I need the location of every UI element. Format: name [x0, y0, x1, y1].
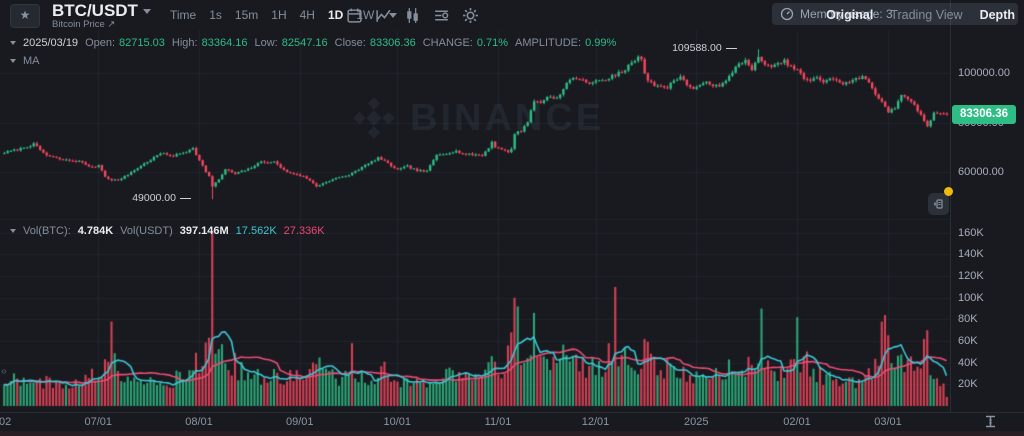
tab-depth[interactable]: Depth: [980, 8, 1015, 22]
price-axis-label: 100000.00: [958, 67, 1010, 79]
date-axis-label: 02/01: [783, 416, 811, 428]
tab-original[interactable]: Original: [826, 8, 873, 22]
ohlc-value: 83306.36: [370, 37, 416, 49]
announcement-button[interactable]: [928, 193, 949, 215]
collapse-ma-icon[interactable]: [10, 59, 16, 63]
volume-legend-item: 397.146M: [180, 225, 229, 237]
ohlc-label: Open:: [85, 37, 115, 49]
y-axis-border: [950, 0, 951, 412]
volume-axis-label: 60K: [958, 335, 978, 347]
view-tabs: Original Trading View Depth: [826, 0, 1015, 30]
notification-dot: [944, 187, 953, 196]
price-axis-label: 60000.00: [958, 166, 1004, 178]
volume-legend-item: Vol(USDT): [120, 225, 173, 237]
price-annotation-text: 49000.00: [132, 192, 176, 204]
collapse-ohlc-icon[interactable]: [10, 41, 16, 45]
annotation-dash: [180, 198, 191, 199]
volume-legend-item: Vol(BTC):: [23, 225, 71, 237]
date-axis-label: 06/02: [0, 416, 11, 428]
ohlc-pair: Open: 82715.03: [85, 37, 165, 49]
volume-axis-label: 40K: [958, 357, 978, 369]
pane-divider: [0, 219, 950, 220]
binance-chart-app: ★ BTC/USDT Bitcoin Price ↗ Time1s15m1H4H…: [0, 0, 1024, 436]
date-axis-label: 2025: [684, 416, 708, 428]
volume-axis-label: 100K: [958, 292, 984, 304]
volume-legend-item: 17.562K: [236, 225, 277, 237]
price-annotation: 49000.00: [132, 192, 191, 204]
ma-label: MA: [23, 55, 40, 67]
pane-resize-handle[interactable]: ‹›: [1, 366, 6, 377]
bottom-scroll-strip[interactable]: [0, 431, 1024, 436]
ohlc-pair: Close: 83306.36: [335, 37, 416, 49]
ohlc-label: AMPLITUDE:: [515, 37, 581, 49]
volume-axis-label: 80K: [958, 313, 978, 325]
ohlc-date: 2025/03/19: [23, 37, 78, 49]
last-price-badge: 83306.36: [952, 105, 1016, 124]
date-axis-label: 10/01: [383, 416, 411, 428]
volume-legend-item: 4.784K: [78, 225, 113, 237]
volume-axis-label: 20K: [958, 378, 978, 390]
date-axis-label: 08/01: [185, 416, 213, 428]
ohlc-value: 0.71%: [477, 37, 508, 49]
ohlc-legend-row: 2025/03/19 Open: 82715.03 High: 83364.16 Low…: [10, 37, 616, 49]
ohlc-pair: Low: 82547.16: [255, 37, 328, 49]
tab-trading-view[interactable]: Trading View: [890, 8, 962, 22]
x-axis-date-row: 06/02 07/01 08/01 09/01 10/01 11/01 12/01 2025 0…: [0, 413, 950, 431]
ohlc-label: CHANGE:: [423, 37, 473, 49]
price-annotation-text: 109588.00: [672, 42, 722, 54]
volume-axis-label: 160K: [958, 227, 984, 239]
ohlc-value: 82715.03: [119, 37, 165, 49]
volume-axis-label: 140K: [958, 248, 984, 260]
ma-indicator-row: MA: [10, 55, 40, 67]
date-axis-label: 11/01: [485, 416, 512, 428]
volume-legend-row: Vol(BTC): 4.784K Vol(USDT) 397.146M 17.562K 2…: [10, 225, 325, 237]
volume-legend-item: 27.336K: [284, 225, 325, 237]
price-annotation: 109588.00: [672, 42, 737, 54]
ohlc-label: Close:: [335, 37, 366, 49]
collapse-volume-icon[interactable]: [10, 229, 16, 233]
time-axis-settings-icon[interactable]: [983, 414, 998, 429]
ohlc-pair: CHANGE: 0.71%: [423, 37, 508, 49]
date-axis-label: 07/01: [84, 416, 112, 428]
date-axis-label: 12/01: [582, 416, 610, 428]
ohlc-pair: High: 83364.16: [172, 37, 248, 49]
ohlc-value: 82547.16: [282, 37, 328, 49]
announcement-icon: [933, 198, 945, 210]
ohlc-pair: AMPLITUDE: 0.99%: [515, 37, 616, 49]
annotation-dash: [726, 48, 737, 49]
ohlc-label: Low:: [255, 37, 278, 49]
ohlc-value: 83364.16: [202, 37, 248, 49]
date-axis-label: 09/01: [286, 416, 314, 428]
price-volume-chart-canvas[interactable]: [0, 0, 950, 436]
volume-axis-label: 120K: [958, 270, 984, 282]
ohlc-value: 0.99%: [585, 37, 616, 49]
date-axis-label: 03/01: [874, 416, 902, 428]
ohlc-label: High:: [172, 37, 198, 49]
